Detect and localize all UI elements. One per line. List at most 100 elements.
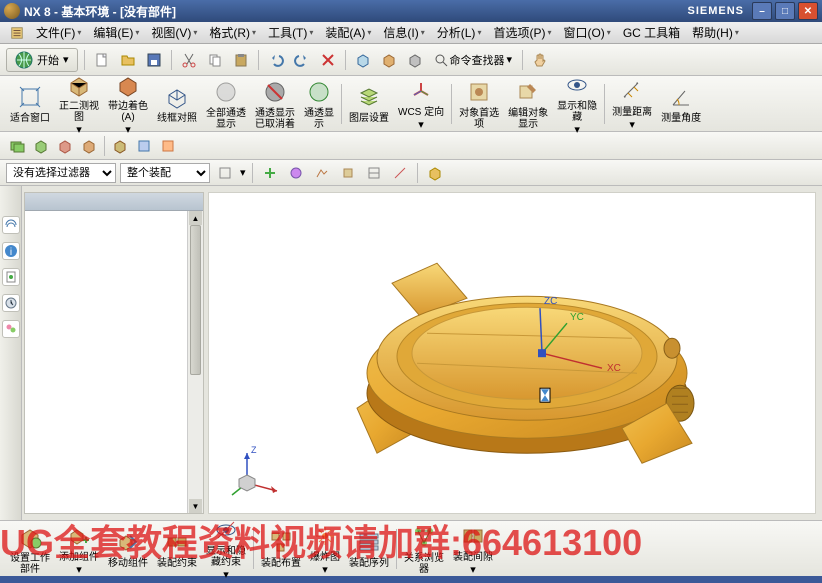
scroll-up-arrow[interactable]: ▲ [189, 211, 202, 225]
command-finder[interactable]: 命令查找器▾ [430, 52, 517, 68]
menu-gc[interactable]: GC 工具箱 [617, 22, 686, 43]
ortho-view-button[interactable]: 正二测视 图▾ [55, 69, 103, 138]
layer-settings-button[interactable]: 图层设置 [345, 81, 393, 126]
fb-8[interactable] [424, 162, 446, 184]
menu-pref[interactable]: 首选项(P)▾ [487, 22, 557, 43]
workspace: i ▲ ▼ [0, 186, 822, 520]
tb3-6[interactable] [133, 135, 155, 157]
asm-arrange-button[interactable]: 装配布置 [257, 526, 305, 571]
open-button[interactable] [117, 49, 139, 71]
tb3-2[interactable] [30, 135, 52, 157]
tb3-7[interactable] [157, 135, 179, 157]
close-button[interactable]: ✕ [798, 2, 818, 20]
menu-file[interactable]: 文件(F)▾ [30, 22, 87, 43]
menu-window[interactable]: 窗口(O)▾ [557, 22, 616, 43]
view-triad: Z [227, 443, 287, 503]
fb-1[interactable] [214, 162, 236, 184]
window-title: NX 8 - 基本环境 - [没有部件] [24, 3, 687, 20]
menu-bar: 文件(F)▾ 编辑(E)▾ 视图(V)▾ 格式(R)▾ 工具(T)▾ 装配(A)… [0, 22, 822, 44]
fb-5[interactable] [337, 162, 359, 184]
save-button[interactable] [143, 49, 165, 71]
fb-3[interactable] [285, 162, 307, 184]
asm-clearance-button[interactable]: 装配间隙▾ [449, 520, 497, 578]
menu-format[interactable]: 格式(R)▾ [203, 22, 262, 43]
copy-button[interactable] [204, 49, 226, 71]
asm-constraints-button[interactable]: 装配约束 [153, 526, 201, 571]
menu-icon[interactable] [4, 24, 30, 42]
fit-window-button[interactable]: 适合窗口 [6, 81, 54, 126]
svg-text:YC: YC [570, 312, 584, 323]
edit-obj-button[interactable]: 编辑对象 显示 [504, 76, 552, 132]
cube1-button[interactable] [352, 49, 374, 71]
svg-text:Z: Z [251, 445, 257, 455]
tb3-4[interactable] [78, 135, 100, 157]
edge-color-button[interactable]: 带边着色 (A)▾ [104, 69, 152, 138]
minimize-button[interactable]: – [752, 2, 772, 20]
explode-button[interactable]: 爆炸图▾ [306, 520, 344, 578]
menu-edit[interactable]: 编辑(E)▾ [87, 22, 145, 43]
obj-pref-button[interactable]: 对象首选 项 [455, 76, 503, 132]
toolbar-utility [0, 132, 822, 160]
select-filter-combo[interactable]: 没有选择过滤器 [6, 163, 116, 183]
meas-ang-button[interactable]: 测量角度 [657, 81, 705, 126]
start-button[interactable]: 开始▾ [6, 48, 78, 72]
maximize-button[interactable]: □ [775, 2, 795, 20]
paste-button[interactable] [230, 49, 252, 71]
meas-dist-button[interactable]: 测量距离▾ [608, 75, 656, 133]
vtab-history[interactable] [2, 294, 20, 312]
tb3-3[interactable] [54, 135, 76, 157]
filter-bar: 没有选择过滤器 整个装配 ▾ [0, 160, 822, 186]
scroll-thumb[interactable] [190, 225, 201, 375]
toolbar-view: 适合窗口 正二测视 图▾ 带边着色 (A)▾ 线框对照 全部通透 显示 通透显示… [0, 76, 822, 132]
cube2-button[interactable] [378, 49, 400, 71]
undo-button[interactable] [265, 49, 287, 71]
3d-viewport[interactable]: XC YC ZC Z [208, 192, 816, 514]
menu-help[interactable]: 帮助(H)▾ [686, 22, 745, 43]
allthru-button[interactable]: 全部通透 显示 [202, 76, 250, 132]
siemens-logo: SIEMENS [687, 5, 744, 17]
search-icon [434, 53, 448, 67]
menu-assembly[interactable]: 装配(A)▾ [319, 22, 377, 43]
thushow-button[interactable]: 通透显 示 [300, 76, 338, 132]
assembly-scope-combo[interactable]: 整个装配 [120, 163, 210, 183]
show-hide-const-button[interactable]: 显示和隐 藏约束▾ [202, 514, 250, 583]
panel-scrollbar[interactable]: ▲ ▼ [187, 211, 203, 513]
panel-header[interactable] [25, 193, 203, 211]
cube3-button[interactable] [404, 49, 426, 71]
asm-sequence-button[interactable]: 装配序列 [345, 526, 393, 571]
tb3-1[interactable] [6, 135, 28, 157]
menu-tools[interactable]: 工具(T)▾ [262, 22, 319, 43]
show-hide-button[interactable]: 显示和隐 藏▾ [553, 69, 601, 138]
svg-text:XC: XC [607, 363, 621, 374]
menu-view[interactable]: 视图(V)▾ [145, 22, 203, 43]
hand-button[interactable] [529, 49, 551, 71]
vertical-tabs: i [0, 186, 22, 520]
vtab-roles[interactable] [2, 320, 20, 338]
scroll-down-arrow[interactable]: ▼ [189, 499, 202, 513]
add-component-button[interactable]: 添加组件▾ [55, 520, 103, 578]
title-bar: NX 8 - 基本环境 - [没有部件] SIEMENS – □ ✕ [0, 0, 822, 22]
fb-6[interactable] [363, 162, 385, 184]
fb-7[interactable] [389, 162, 411, 184]
delete-button[interactable] [317, 49, 339, 71]
fb-4[interactable] [311, 162, 333, 184]
wireframe-button[interactable]: 线框对照 [153, 81, 201, 126]
vtab-nav[interactable] [2, 216, 20, 234]
vtab-info[interactable]: i [2, 242, 20, 260]
fb-2[interactable] [259, 162, 281, 184]
wcs-button[interactable]: WCS 定向▾ [394, 75, 448, 133]
redo-button[interactable] [291, 49, 313, 71]
relation-browser-button[interactable]: 关系浏览 器 [400, 521, 448, 577]
navigator-panel: ▲ ▼ [24, 192, 204, 514]
menu-analyze[interactable]: 分析(L)▾ [431, 22, 488, 43]
set-work-part-button[interactable]: 设置工作 部件 [6, 521, 54, 577]
new-button[interactable] [91, 49, 113, 71]
cut-button[interactable] [178, 49, 200, 71]
svg-text:i: i [9, 247, 11, 258]
toolbar-assembly: 设置工作 部件 添加组件▾ 移动组件 装配约束 显示和隐 藏约束▾ 装配布置 爆… [0, 520, 822, 576]
tb3-5[interactable] [109, 135, 131, 157]
vtab-doc[interactable] [2, 268, 20, 286]
thrucancel-button[interactable]: 通透显示 已取消着 [251, 76, 299, 132]
move-component-button[interactable]: 移动组件 [104, 526, 152, 571]
menu-info[interactable]: 信息(I)▾ [377, 22, 430, 43]
